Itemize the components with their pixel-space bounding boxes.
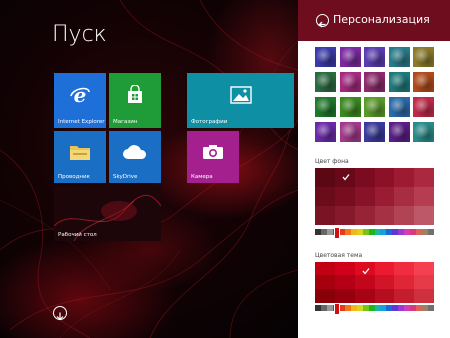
pattern-swatch[interactable]: [413, 122, 434, 142]
pattern-swatch[interactable]: [339, 97, 361, 117]
color-swatch[interactable]: [334, 275, 355, 290]
color-swatch[interactable]: [394, 262, 415, 276]
pattern-swatch[interactable]: [315, 97, 336, 117]
tile-explorer[interactable]: Проводник: [54, 131, 106, 183]
color-swatch[interactable]: [334, 187, 355, 206]
color-swatch[interactable]: [394, 288, 415, 303]
tile-camera[interactable]: Камера: [187, 131, 239, 183]
pattern-swatch[interactable]: [315, 122, 336, 142]
color-swatch[interactable]: [394, 187, 415, 206]
pattern-swatch[interactable]: [413, 47, 434, 67]
store-bag-icon: [125, 84, 145, 109]
color-swatch[interactable]: [334, 168, 355, 187]
color-swatch[interactable]: [374, 168, 395, 187]
pattern-swatch[interactable]: [388, 97, 410, 117]
pattern-swatch[interactable]: [388, 47, 410, 67]
pattern-swatch[interactable]: [315, 72, 336, 92]
background-color-slider[interactable]: [315, 227, 435, 239]
arrow-down-icon: [56, 312, 64, 321]
color-swatch[interactable]: [354, 168, 375, 187]
pattern-swatch[interactable]: [364, 72, 385, 92]
pattern-swatch[interactable]: [388, 122, 410, 142]
pane-title: Персонализация: [333, 13, 430, 26]
hue-segment[interactable]: [428, 305, 435, 311]
color-swatch[interactable]: [315, 187, 335, 206]
pattern-swatch[interactable]: [413, 72, 434, 92]
color-swatch[interactable]: [315, 275, 335, 290]
slider-thumb[interactable]: [333, 227, 340, 239]
folder-icon: [69, 143, 91, 165]
pattern-swatch[interactable]: [339, 72, 361, 92]
pattern-swatch[interactable]: [388, 72, 410, 92]
color-swatch[interactable]: [354, 206, 375, 225]
color-swatch[interactable]: [354, 262, 375, 276]
color-swatch[interactable]: [374, 187, 395, 206]
accent-color-slider[interactable]: [315, 303, 435, 315]
color-swatch[interactable]: [394, 275, 415, 290]
color-swatch[interactable]: [354, 275, 375, 290]
start-title: Пуск: [52, 22, 107, 47]
tile-store[interactable]: Магазин: [109, 73, 161, 128]
color-swatch[interactable]: [315, 262, 335, 276]
color-swatch[interactable]: [315, 206, 335, 225]
color-swatch[interactable]: [414, 187, 435, 206]
color-swatch[interactable]: [334, 262, 355, 276]
background-color-grid: [315, 168, 435, 225]
accent-color-label: Цветовая тема: [315, 252, 363, 259]
tile-label: Проводник: [58, 174, 90, 180]
color-swatch[interactable]: [374, 262, 395, 276]
tile-internet-explorer[interactable]: e Internet Explorer: [54, 73, 106, 128]
color-swatch[interactable]: [414, 168, 435, 187]
pattern-swatch[interactable]: [413, 97, 434, 117]
camera-icon: [202, 144, 224, 164]
pattern-swatch[interactable]: [315, 47, 336, 67]
tile-label: Фотографии: [191, 119, 228, 125]
color-swatch[interactable]: [354, 187, 375, 206]
tile-label: SkyDrive: [113, 174, 138, 180]
back-arrow-icon: [318, 21, 326, 28]
checkmark-icon: [342, 174, 350, 181]
checkmark-icon: [362, 268, 370, 275]
pattern-swatch[interactable]: [364, 97, 385, 117]
color-swatch[interactable]: [354, 288, 375, 303]
slider-thumb[interactable]: [333, 303, 340, 315]
color-swatch[interactable]: [394, 168, 415, 187]
color-swatch[interactable]: [414, 288, 435, 303]
tile-photos[interactable]: Фотографии: [187, 73, 294, 128]
tile-label: Магазин: [113, 119, 138, 125]
color-swatch[interactable]: [334, 288, 355, 303]
photos-icon: [229, 86, 252, 108]
pattern-swatch[interactable]: [339, 47, 361, 67]
hue-segment[interactable]: [428, 229, 435, 235]
color-swatch[interactable]: [374, 288, 395, 303]
color-swatch[interactable]: [394, 206, 415, 225]
tile-skydrive[interactable]: SkyDrive: [109, 131, 161, 183]
pattern-swatch[interactable]: [364, 47, 385, 67]
tile-label: Рабочий стол: [58, 232, 97, 238]
color-swatch[interactable]: [315, 168, 335, 187]
color-swatch[interactable]: [315, 288, 335, 303]
start-screen: Пуск e Internet Explorer Магазин Фотогра…: [0, 0, 298, 338]
tile-label: Internet Explorer: [58, 119, 105, 125]
tile-desktop[interactable]: Рабочий стол: [54, 186, 161, 241]
tile-label: Камера: [191, 174, 213, 180]
color-swatch[interactable]: [374, 275, 395, 290]
all-apps-button[interactable]: [53, 306, 67, 321]
pane-header: Персонализация: [298, 0, 450, 41]
pattern-swatch[interactable]: [364, 122, 385, 142]
back-button[interactable]: [316, 14, 329, 28]
color-swatch[interactable]: [374, 206, 395, 225]
background-color-label: Цвет фона: [315, 158, 349, 165]
internet-explorer-icon: e: [69, 83, 91, 110]
cloud-icon: [122, 144, 148, 164]
accent-color-grid: [315, 262, 435, 303]
pattern-swatch[interactable]: [339, 122, 361, 142]
color-swatch[interactable]: [414, 275, 435, 290]
color-swatch[interactable]: [414, 262, 435, 276]
personalization-pane: Персонализация Цвет фона Цветовая тема: [298, 0, 450, 338]
color-swatch[interactable]: [334, 206, 355, 225]
color-swatch[interactable]: [414, 206, 435, 225]
svg-text:e: e: [74, 84, 87, 106]
